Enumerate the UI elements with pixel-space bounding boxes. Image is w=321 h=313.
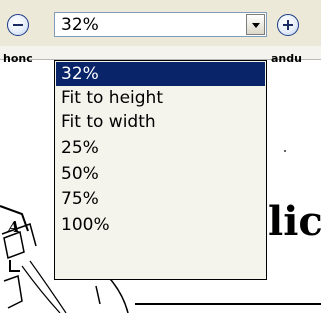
zoom-combobox[interactable]: 32% <box>54 12 267 37</box>
minus-icon <box>13 24 23 26</box>
zoom-out-button[interactable] <box>7 14 29 36</box>
zoom-option[interactable]: Fit to width <box>56 110 265 134</box>
zoom-option[interactable]: 75% <box>56 187 265 211</box>
document-text-fragment: lic <box>268 198 321 245</box>
toolbar: 32% <box>0 0 321 46</box>
zoom-option[interactable]: 32% <box>56 62 265 86</box>
zoom-value: 32% <box>61 15 99 35</box>
zoom-option[interactable]: 100% <box>56 213 265 237</box>
zoom-option[interactable]: 50% <box>56 162 265 186</box>
zoom-dropdown-list: 32% Fit to height Fit to width 25% 50% 7… <box>54 60 267 280</box>
zoom-in-button[interactable] <box>277 14 299 36</box>
zoom-option[interactable]: 25% <box>56 136 265 160</box>
zoom-option[interactable]: Fit to height <box>56 86 265 110</box>
document-text-fragment: A <box>6 218 20 236</box>
chevron-down-icon[interactable] <box>246 14 265 35</box>
